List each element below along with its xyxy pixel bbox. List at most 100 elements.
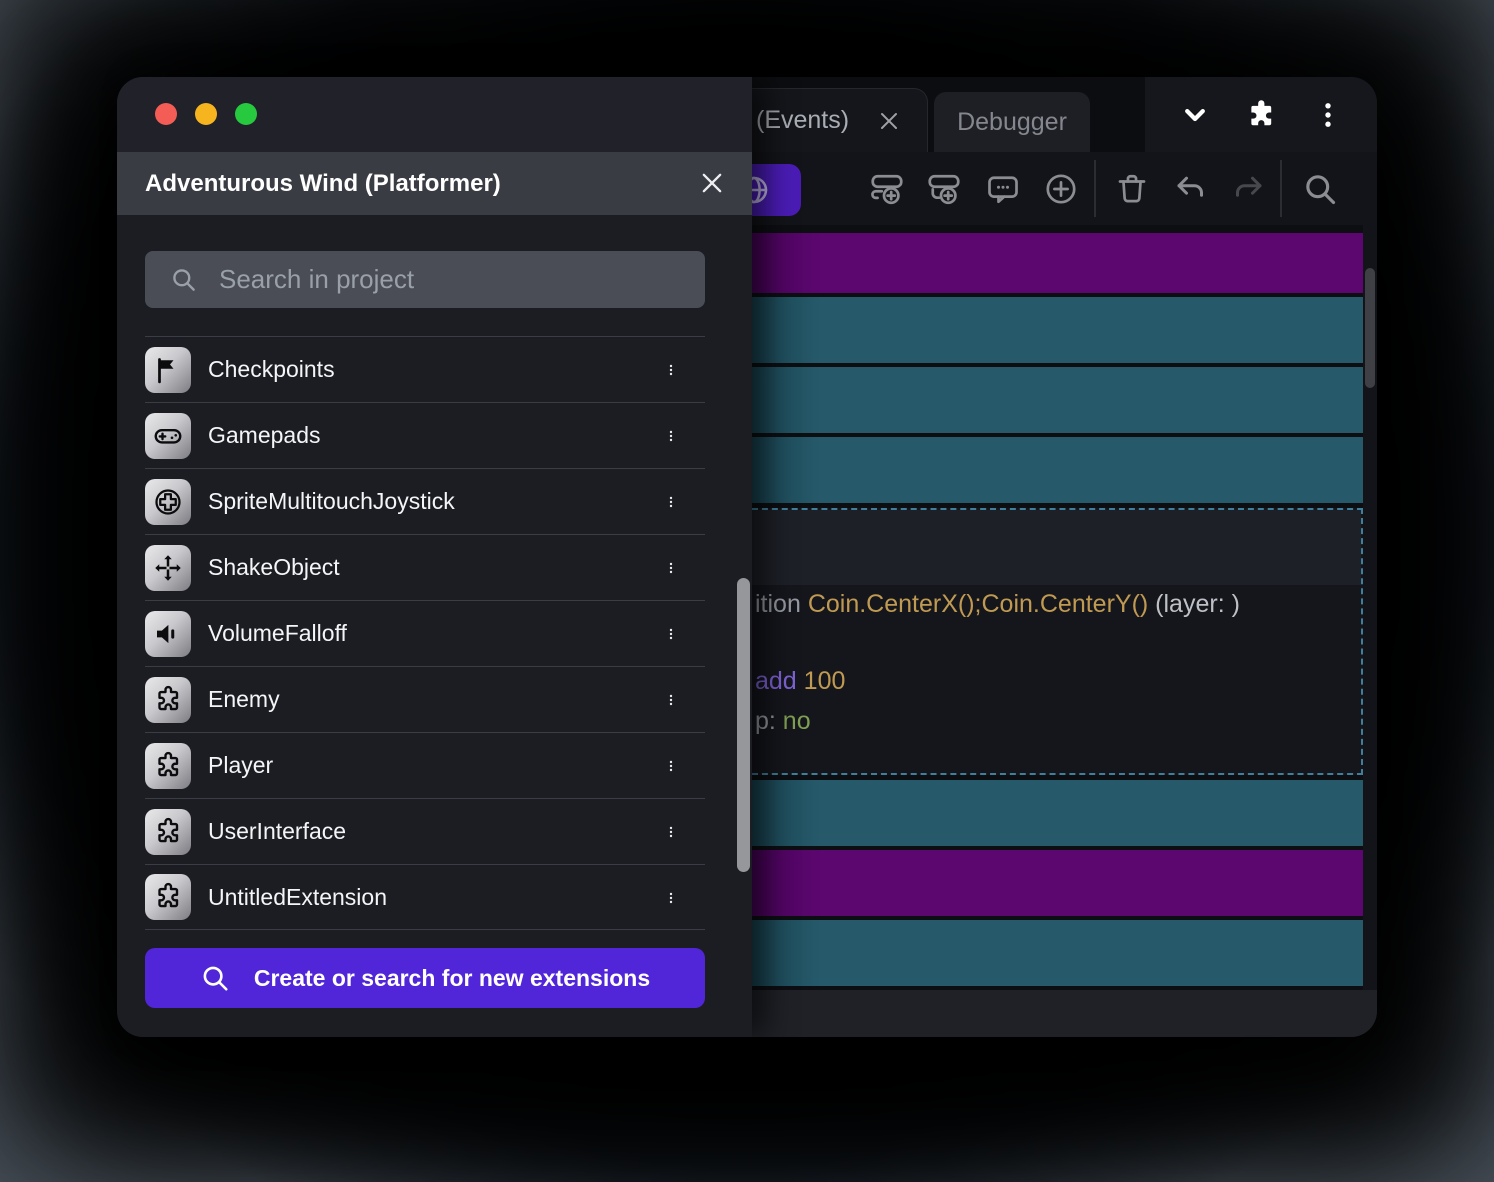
event-action-text[interactable]: add 100 — [755, 667, 845, 696]
kebab-menu-icon[interactable] — [663, 417, 679, 455]
tab-events-label: (Events) — [756, 106, 849, 135]
events-scrollbar-thumb[interactable] — [1365, 268, 1375, 388]
extension-list-item[interactable]: SpriteMultitouchJoystick — [145, 468, 705, 534]
undo-icon[interactable] — [1173, 171, 1209, 207]
puzzle-icon — [145, 874, 191, 920]
event-block[interactable] — [752, 367, 1363, 433]
joystick-icon — [145, 479, 191, 525]
events-sheet: ition Coin.CenterX();Coin.CenterY() (lay… — [752, 225, 1377, 1037]
event-block-selected[interactable]: ition Coin.CenterX();Coin.CenterY() (lay… — [752, 508, 1363, 775]
puzzle-icon — [145, 677, 191, 723]
event-action-text[interactable]: ition Coin.CenterX();Coin.CenterY() (lay… — [755, 590, 1240, 619]
event-actions[interactable]: ition Coin.CenterX();Coin.CenterY() (lay… — [752, 585, 1361, 773]
puzzle-icon — [145, 743, 191, 789]
kebab-menu-icon[interactable] — [663, 879, 679, 917]
kebab-menu-icon[interactable] — [663, 483, 679, 521]
code-token: Coin.CenterX() — [808, 590, 975, 618]
kebab-menu-icon[interactable] — [663, 813, 679, 851]
project-drawer: Adventurous Wind (Platformer) Search in … — [117, 77, 752, 1037]
puzzle-icon — [145, 809, 191, 855]
extension-label: UserInterface — [208, 818, 346, 845]
create-extension-button[interactable]: Create or search for new extensions — [145, 948, 705, 1008]
code-token: (layer: ) — [1148, 590, 1240, 618]
events-editor: (Events) Debugger ition Coin.CenterX();C… — [752, 77, 1377, 1037]
event-action-text[interactable]: p: no — [755, 707, 811, 736]
extension-label: VolumeFalloff — [208, 620, 347, 647]
code-token: no — [783, 707, 811, 735]
move-arrows-icon — [145, 545, 191, 591]
extension-list-item[interactable]: Checkpoints — [145, 336, 705, 402]
event-block[interactable] — [752, 297, 1363, 363]
toolbar-divider — [1094, 160, 1096, 217]
extension-list-item[interactable]: ShakeObject — [145, 534, 705, 600]
extension-label: Player — [208, 752, 273, 779]
window-controls — [1145, 77, 1377, 152]
tab-events[interactable]: (Events) — [752, 88, 928, 152]
drawer-header: Adventurous Wind (Platformer) — [117, 152, 752, 215]
add-event-icon[interactable] — [869, 171, 905, 207]
chevron-down-icon[interactable] — [1178, 98, 1212, 132]
extensions-list: Checkpoints Gamepads SpriteMultitouchJoyst… — [145, 336, 705, 930]
search-icon[interactable] — [1302, 171, 1338, 207]
code-token: ition — [755, 590, 808, 618]
traffic-light-minimize[interactable] — [195, 103, 217, 125]
event-block[interactable] — [752, 780, 1363, 846]
globe-icon — [752, 174, 770, 206]
toolbar-accent-button[interactable] — [752, 164, 801, 216]
extension-list-item[interactable]: UntitledExtension — [145, 864, 705, 930]
close-icon[interactable] — [698, 169, 726, 197]
kebab-menu-icon[interactable] — [663, 549, 679, 587]
code-token: add — [755, 667, 804, 695]
dots-vertical-icon[interactable] — [1311, 98, 1345, 132]
drawer-scrollbar-thumb[interactable] — [737, 578, 750, 872]
tab-debugger[interactable]: Debugger — [934, 92, 1090, 152]
create-extension-button-label: Create or search for new extensions — [254, 965, 650, 992]
extension-label: Gamepads — [208, 422, 321, 449]
traffic-light-close[interactable] — [155, 103, 177, 125]
search-icon — [170, 266, 197, 293]
event-block[interactable] — [752, 437, 1363, 503]
tab-bar: (Events) Debugger — [752, 77, 1145, 152]
tab-debugger-label: Debugger — [957, 108, 1067, 137]
search-icon — [200, 963, 230, 993]
kebab-menu-icon[interactable] — [663, 351, 679, 389]
puzzle-filled-icon[interactable] — [1244, 98, 1278, 132]
gamepad-icon — [145, 413, 191, 459]
extension-label: SpriteMultitouchJoystick — [208, 488, 455, 515]
kebab-menu-icon[interactable] — [663, 681, 679, 719]
close-icon[interactable] — [877, 109, 901, 133]
search-input[interactable]: Search in project — [145, 251, 705, 308]
kebab-menu-icon[interactable] — [663, 747, 679, 785]
extension-list-item[interactable]: Player — [145, 732, 705, 798]
code-token: 100 — [804, 667, 846, 695]
events-scrollbar[interactable] — [1363, 225, 1377, 990]
traffic-light-zoom[interactable] — [235, 103, 257, 125]
event-block[interactable] — [752, 920, 1363, 986]
circle-plus-icon[interactable] — [1043, 171, 1079, 207]
add-subevent-icon[interactable] — [926, 171, 962, 207]
add-comment-icon[interactable] — [985, 171, 1021, 207]
event-block[interactable] — [752, 233, 1363, 293]
extension-label: ShakeObject — [208, 554, 340, 581]
trash-icon[interactable] — [1114, 171, 1150, 207]
events-toolbar — [752, 152, 1377, 225]
extension-list-item[interactable]: VolumeFalloff — [145, 600, 705, 666]
window-titlebar — [117, 77, 752, 152]
extension-list-item[interactable]: Enemy — [145, 666, 705, 732]
extension-label: Checkpoints — [208, 356, 335, 383]
code-token: ; — [975, 590, 982, 618]
drawer-title: Adventurous Wind (Platformer) — [145, 170, 501, 198]
extension-list-item[interactable]: Gamepads — [145, 402, 705, 468]
redo-icon — [1230, 171, 1266, 207]
event-rows: ition Coin.CenterX();Coin.CenterY() (lay… — [752, 225, 1363, 990]
code-token: Coin.CenterY() — [982, 590, 1149, 618]
kebab-menu-icon[interactable] — [663, 615, 679, 653]
extension-label: Enemy — [208, 686, 280, 713]
app-window: (Events) Debugger ition Coin.CenterX();C… — [117, 77, 1377, 1037]
flag-icon — [145, 347, 191, 393]
event-block[interactable] — [752, 850, 1363, 916]
toolbar-divider — [1280, 160, 1282, 217]
event-conditions[interactable] — [752, 510, 1361, 585]
extension-list-item[interactable]: UserInterface — [145, 798, 705, 864]
search-placeholder: Search in project — [219, 264, 414, 295]
